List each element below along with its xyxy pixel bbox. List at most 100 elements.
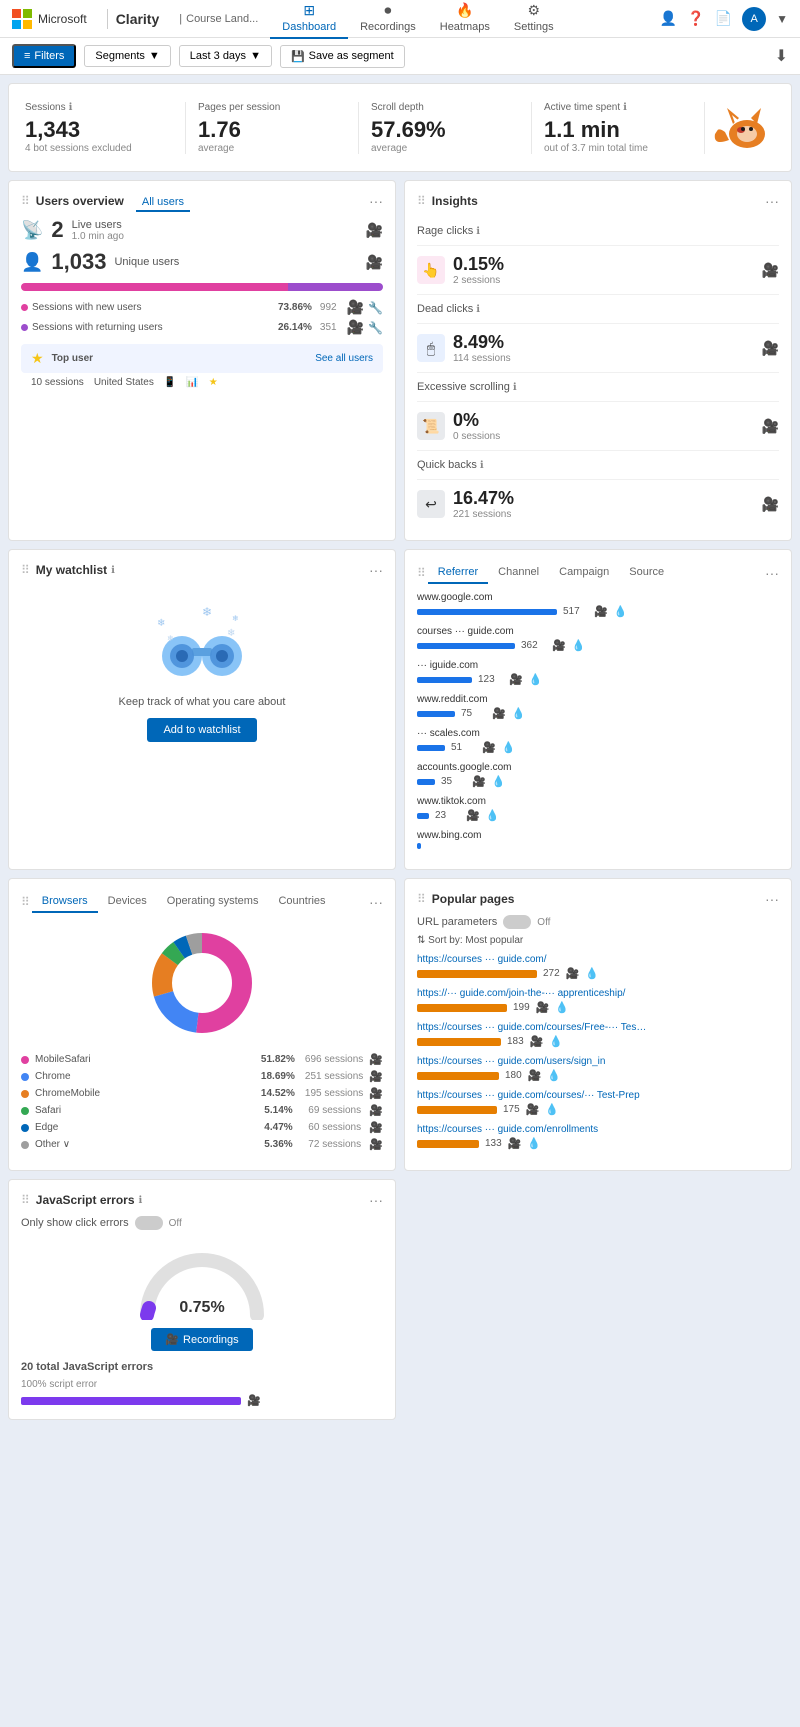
dead-info-icon[interactable]: ℹ (476, 304, 480, 315)
page-filter-icon-6[interactable]: 💧 (527, 1137, 541, 1150)
tab-operating-systems[interactable]: Operating systems (157, 891, 269, 913)
page-url-6[interactable]: https://courses ··· guide.com/enrollment… (417, 1124, 647, 1135)
scroll-info-icon[interactable]: ℹ (513, 382, 517, 393)
main-grid: ⠿ Users overview All users ··· 📡 2 Live … (0, 172, 800, 1428)
referrer-iguide-filter-icon[interactable]: 💧 (529, 673, 543, 686)
referrer-accounts-google-filter-icon[interactable]: 💧 (492, 775, 506, 788)
referrer-tabs: ⠿ Referrer Channel Campaign Source ··· (417, 562, 779, 584)
active-info-icon[interactable]: ℹ (623, 102, 627, 113)
recordings-button[interactable]: 🎥 Recordings (151, 1328, 252, 1351)
rage-clicks-video-icon[interactable]: 🎥 (762, 262, 779, 279)
page-filter-icon-2[interactable]: 💧 (555, 1001, 569, 1014)
mobilesafari-video-icon[interactable]: 🎥 (369, 1053, 383, 1066)
referrer-tiktok-video-icon[interactable]: 🎥 (466, 809, 480, 822)
js-errors-menu[interactable]: ··· (369, 1192, 383, 1208)
page-url-2[interactable]: https://··· guide.com/join-the-··· appre… (417, 988, 647, 999)
referrer-card: ⠿ Referrer Channel Campaign Source ··· w… (404, 549, 792, 870)
tab-campaign[interactable]: Campaign (549, 562, 619, 584)
days-button[interactable]: Last 3 days ▼ (179, 45, 272, 67)
page-filter-icon-4[interactable]: 💧 (547, 1069, 561, 1082)
watchlist-info-icon[interactable]: ℹ (111, 565, 115, 576)
referrer-reddit-filter-icon[interactable]: 💧 (512, 707, 526, 720)
users-overview-menu[interactable]: ··· (369, 193, 383, 209)
referrer-iguide-video-icon[interactable]: 🎥 (509, 673, 523, 686)
page-filter-icon-3[interactable]: 💧 (549, 1035, 563, 1048)
help-icon[interactable]: ❓ (687, 10, 704, 27)
dead-clicks-video-icon[interactable]: 🎥 (762, 340, 779, 357)
save-segment-button[interactable]: 💾 Save as segment (280, 45, 405, 68)
page-filter-icon-1[interactable]: 💧 (585, 967, 599, 980)
js-error-video-icon[interactable]: 🎥 (247, 1394, 261, 1407)
page-filter-icon-5[interactable]: 💧 (545, 1103, 559, 1116)
browsers-menu[interactable]: ··· (369, 894, 383, 910)
referrer-courses-filter-icon[interactable]: 💧 (572, 639, 586, 652)
page-url-5[interactable]: https://courses ··· guide.com/courses/··… (417, 1090, 647, 1101)
tab-devices[interactable]: Devices (98, 891, 157, 913)
share-icon[interactable]: 👤 (660, 10, 677, 27)
popular-pages-menu[interactable]: ··· (765, 891, 779, 907)
insights-menu[interactable]: ··· (765, 193, 779, 209)
sessions-info-icon[interactable]: ℹ (69, 102, 73, 113)
page-video-icon-6[interactable]: 🎥 (508, 1137, 522, 1150)
page-video-icon-1[interactable]: 🎥 (566, 967, 580, 980)
chevron-down-icon[interactable]: ▼ (776, 12, 788, 26)
watchlist-menu[interactable]: ··· (369, 562, 383, 578)
scroll-sessions: 0 sessions (453, 431, 754, 442)
js-errors-info-icon[interactable]: ℹ (139, 1195, 143, 1206)
page-url-4[interactable]: https://courses ··· guide.com/users/sign… (417, 1056, 647, 1067)
page-url-1[interactable]: https://courses ··· guide.com/ (417, 954, 647, 965)
rage-info-icon[interactable]: ℹ (476, 226, 480, 237)
tab-source[interactable]: Source (619, 562, 674, 584)
referrer-accounts-google-video-icon[interactable]: 🎥 (472, 775, 486, 788)
add-to-watchlist-button[interactable]: Add to watchlist (147, 718, 256, 742)
download-icon[interactable]: ⬇ (775, 48, 788, 65)
nav-item-settings[interactable]: ⚙ Settings (502, 0, 566, 39)
page-video-icon-2[interactable]: 🎥 (536, 1001, 550, 1014)
tab-referrer[interactable]: Referrer (428, 562, 488, 584)
new-users-video-icon[interactable]: 🎥 (347, 299, 364, 316)
referrer-google-filter-icon[interactable]: 💧 (614, 605, 628, 618)
segments-button[interactable]: Segments ▼ (84, 45, 170, 67)
nav-item-dashboard[interactable]: ⊞ Dashboard (270, 0, 348, 39)
tab-browsers[interactable]: Browsers (32, 891, 98, 913)
referrer-google-video-icon[interactable]: 🎥 (594, 605, 608, 618)
chromemobile-video-icon[interactable]: 🎥 (369, 1087, 383, 1100)
nav-item-heatmaps[interactable]: 🔥 Heatmaps (428, 0, 502, 39)
breadcrumb-item[interactable]: Course Land... (186, 13, 258, 25)
other-video-icon[interactable]: 🎥 (369, 1138, 383, 1151)
url-params-toggle[interactable] (503, 915, 531, 929)
page-video-icon-3[interactable]: 🎥 (530, 1035, 544, 1048)
tab-countries[interactable]: Countries (268, 891, 335, 913)
edge-video-icon[interactable]: 🎥 (369, 1121, 383, 1134)
new-users-filter-icon[interactable]: 🔧 (368, 301, 383, 315)
returning-users-video-icon[interactable]: 🎥 (347, 319, 364, 336)
referrer-reddit-video-icon[interactable]: 🎥 (492, 707, 506, 720)
users-all-tab[interactable]: All users (136, 194, 190, 208)
chrome-video-icon[interactable]: 🎥 (369, 1070, 383, 1083)
referrer-courses-video-icon[interactable]: 🎥 (552, 639, 566, 652)
nav-item-recordings[interactable]: ⏺ Recordings (348, 0, 428, 39)
referrer-menu[interactable]: ··· (765, 565, 779, 581)
avatar[interactable]: A (742, 7, 766, 31)
see-all-users-link[interactable]: See all users (315, 353, 373, 364)
quickback-video-icon[interactable]: 🎥 (762, 496, 779, 513)
referrer-courses-name: courses ··· guide.com (417, 626, 514, 637)
referrer-bing-bar (417, 843, 421, 849)
tab-channel[interactable]: Channel (488, 562, 549, 584)
referrer-tiktok-filter-icon[interactable]: 💧 (486, 809, 500, 822)
live-users-video-icon[interactable]: 🎥 (366, 222, 383, 239)
quickback-info-icon[interactable]: ℹ (480, 460, 484, 471)
docs-icon[interactable]: 📄 (715, 10, 732, 27)
referrer-scales-filter-icon[interactable]: 💧 (502, 741, 516, 754)
click-errors-toggle[interactable] (135, 1216, 163, 1230)
safari-video-icon[interactable]: 🎥 (369, 1104, 383, 1117)
top-user-video-icon[interactable]: 📊 (186, 377, 198, 388)
filters-button[interactable]: ≡ Filters (12, 44, 76, 68)
scroll-video-icon[interactable]: 🎥 (762, 418, 779, 435)
page-url-3[interactable]: https://courses ··· guide.com/courses/Fr… (417, 1022, 647, 1033)
page-video-icon-4[interactable]: 🎥 (528, 1069, 542, 1082)
returning-users-filter-icon[interactable]: 🔧 (368, 321, 383, 335)
unique-users-video-icon[interactable]: 🎥 (366, 254, 383, 271)
referrer-scales-video-icon[interactable]: 🎥 (482, 741, 496, 754)
page-video-icon-5[interactable]: 🎥 (526, 1103, 540, 1116)
